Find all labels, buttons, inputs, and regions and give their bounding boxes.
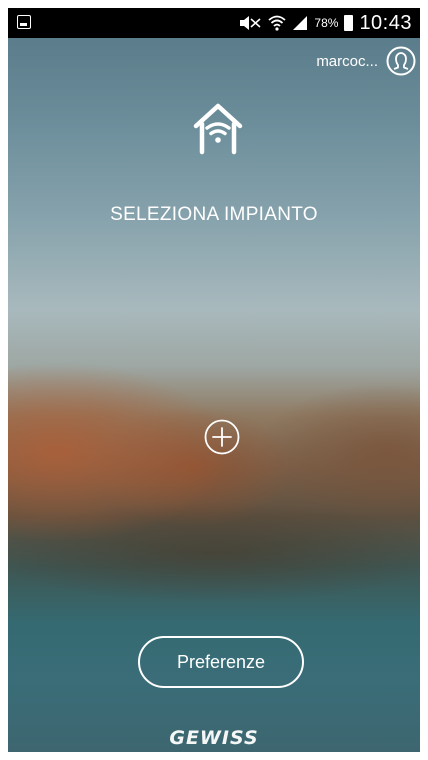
app-screen: 78% 10:43 marcoc... SELEZIONA IMPIANTO P… (8, 8, 420, 752)
gewiss-logo: GEWISS (169, 727, 259, 749)
preferences-button[interactable]: Preferenze (138, 636, 304, 688)
add-plant-button[interactable] (204, 419, 240, 455)
status-bar: 78% 10:43 (8, 8, 420, 38)
signal-icon (293, 16, 308, 30)
battery-percent: 78% (314, 16, 339, 30)
user-avatar-icon[interactable] (386, 46, 416, 76)
wifi-icon (268, 15, 286, 31)
image-notification-icon (17, 15, 31, 29)
battery-icon (344, 15, 354, 31)
username-label: marcoc... (316, 52, 378, 70)
user-account[interactable]: marcoc... (316, 46, 416, 76)
clock: 10:43 (359, 11, 412, 34)
mute-icon (240, 16, 261, 30)
smart-home-wifi-icon (193, 103, 243, 155)
status-icons: 78% 10:43 (238, 8, 412, 38)
page-title: SELEZIONA IMPIANTO (110, 204, 318, 225)
